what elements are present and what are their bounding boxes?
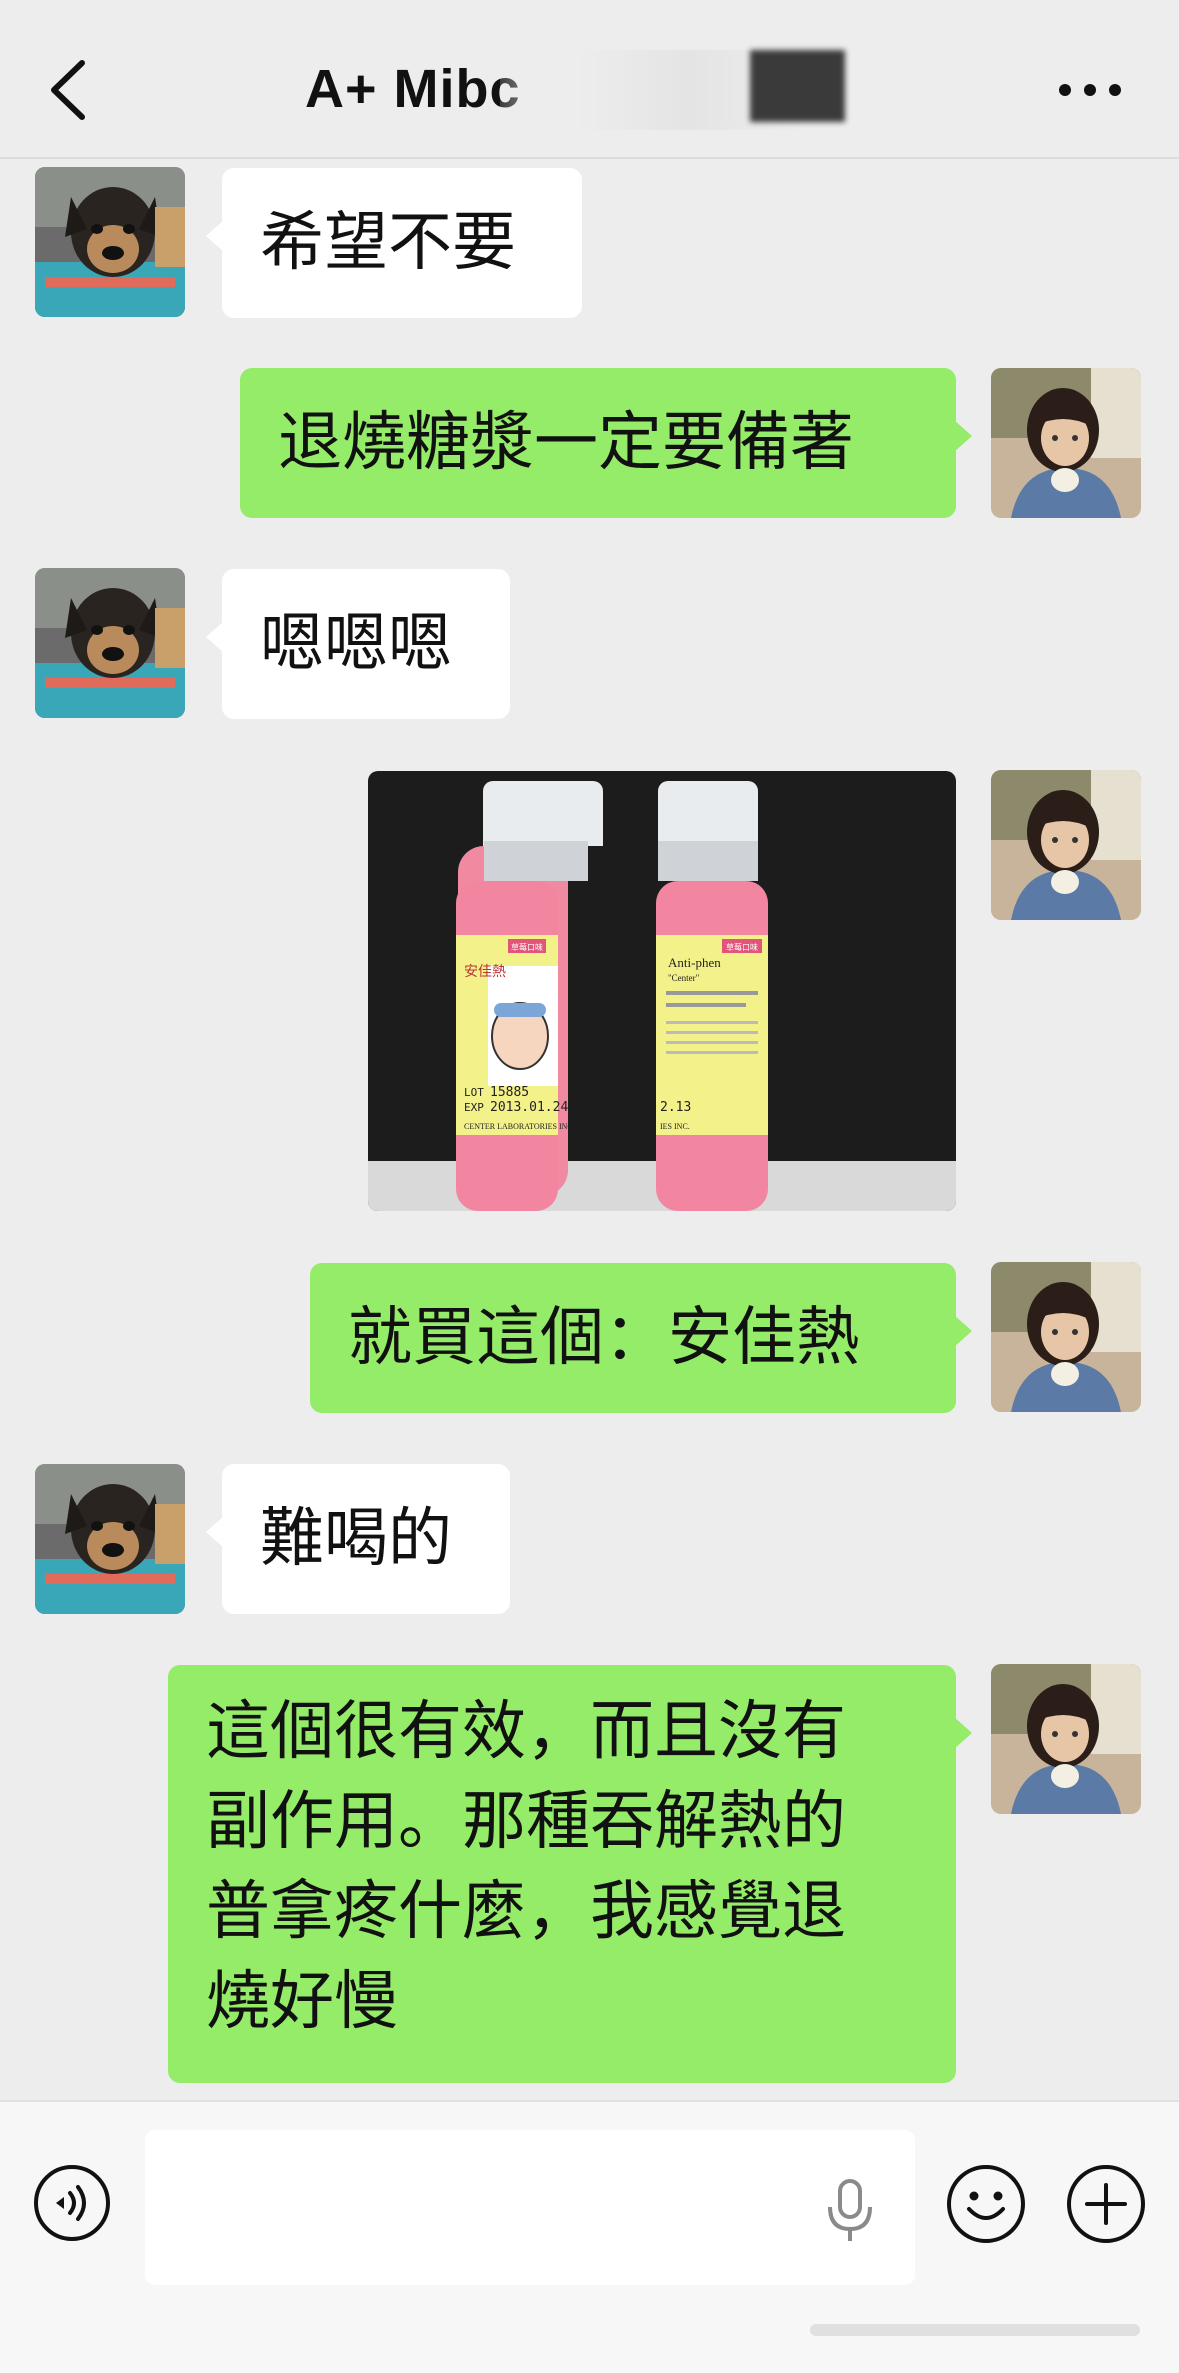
redacted-title-area [500,50,880,130]
message-bubble-incoming[interactable]: 難喝的 [206,1464,510,1614]
svg-text:EXP: EXP [464,1101,484,1114]
emoji-icon[interactable] [945,2163,1027,2245]
svg-text:CENTER LABORATORIES INC.: CENTER LABORATORIES INC. [464,1122,575,1131]
home-indicator [810,2324,1140,2336]
message-bubble-outgoing[interactable]: 就買這個：安佳熱 [310,1263,972,1413]
voice-mode-icon[interactable] [32,2163,112,2243]
self-avatar[interactable] [991,770,1141,920]
medicine-bottles-image: 草莓口味 安佳熱 LOT 15885 EXP 2013.01.24 CENTER… [368,771,956,1211]
svg-text:LOT: LOT [464,1086,484,1099]
svg-text:安佳熱: 安佳熱 [464,964,506,980]
message-bubble-outgoing[interactable]: 退燒糖漿一定要備著 [240,368,972,518]
svg-text:2013.01.24: 2013.01.24 [490,1100,568,1115]
contact-avatar[interactable] [35,1464,185,1614]
chat-header: A+ Mibc [0,0,1179,159]
medicine-photo[interactable]: 草莓口味 安佳熱 LOT 15885 EXP 2013.01.24 CENTER… [368,771,956,1211]
svg-text:"Center": "Center" [668,973,700,983]
self-avatar[interactable] [991,368,1141,518]
svg-text:草莓口味: 草莓口味 [511,942,543,952]
chat-title: A+ Mibc [305,59,521,119]
svg-text:2.13: 2.13 [660,1100,691,1115]
back-chevron-icon[interactable] [40,55,100,125]
contact-avatar[interactable] [35,167,185,317]
message-bubble-outgoing[interactable]: 這個很有效，而且沒有 副作用。那種吞解熱的 普拿疼什麼，我感覺退 燒好慢 [168,1665,972,2083]
message-bubble-incoming[interactable]: 嗯嗯嗯 [206,569,510,719]
svg-text:Anti-phen: Anti-phen [668,955,721,970]
svg-text:15885: 15885 [490,1085,529,1100]
contact-avatar[interactable] [35,568,185,718]
self-avatar[interactable] [991,1664,1141,1814]
svg-text:草莓口味: 草莓口味 [726,942,758,952]
microphone-icon[interactable] [820,2175,880,2245]
more-dots-icon[interactable] [1055,80,1125,100]
self-avatar[interactable] [991,1262,1141,1412]
message-input[interactable] [145,2130,915,2285]
message-bubble-incoming[interactable]: 希望不要 [206,168,582,318]
plus-icon[interactable] [1065,2163,1147,2245]
svg-text:IES INC.: IES INC. [660,1122,690,1131]
message-text: 這個很有效，而且沒有 副作用。那種吞解熱的 普拿疼什麼，我感覺退 燒好慢 [206,1695,846,2039]
